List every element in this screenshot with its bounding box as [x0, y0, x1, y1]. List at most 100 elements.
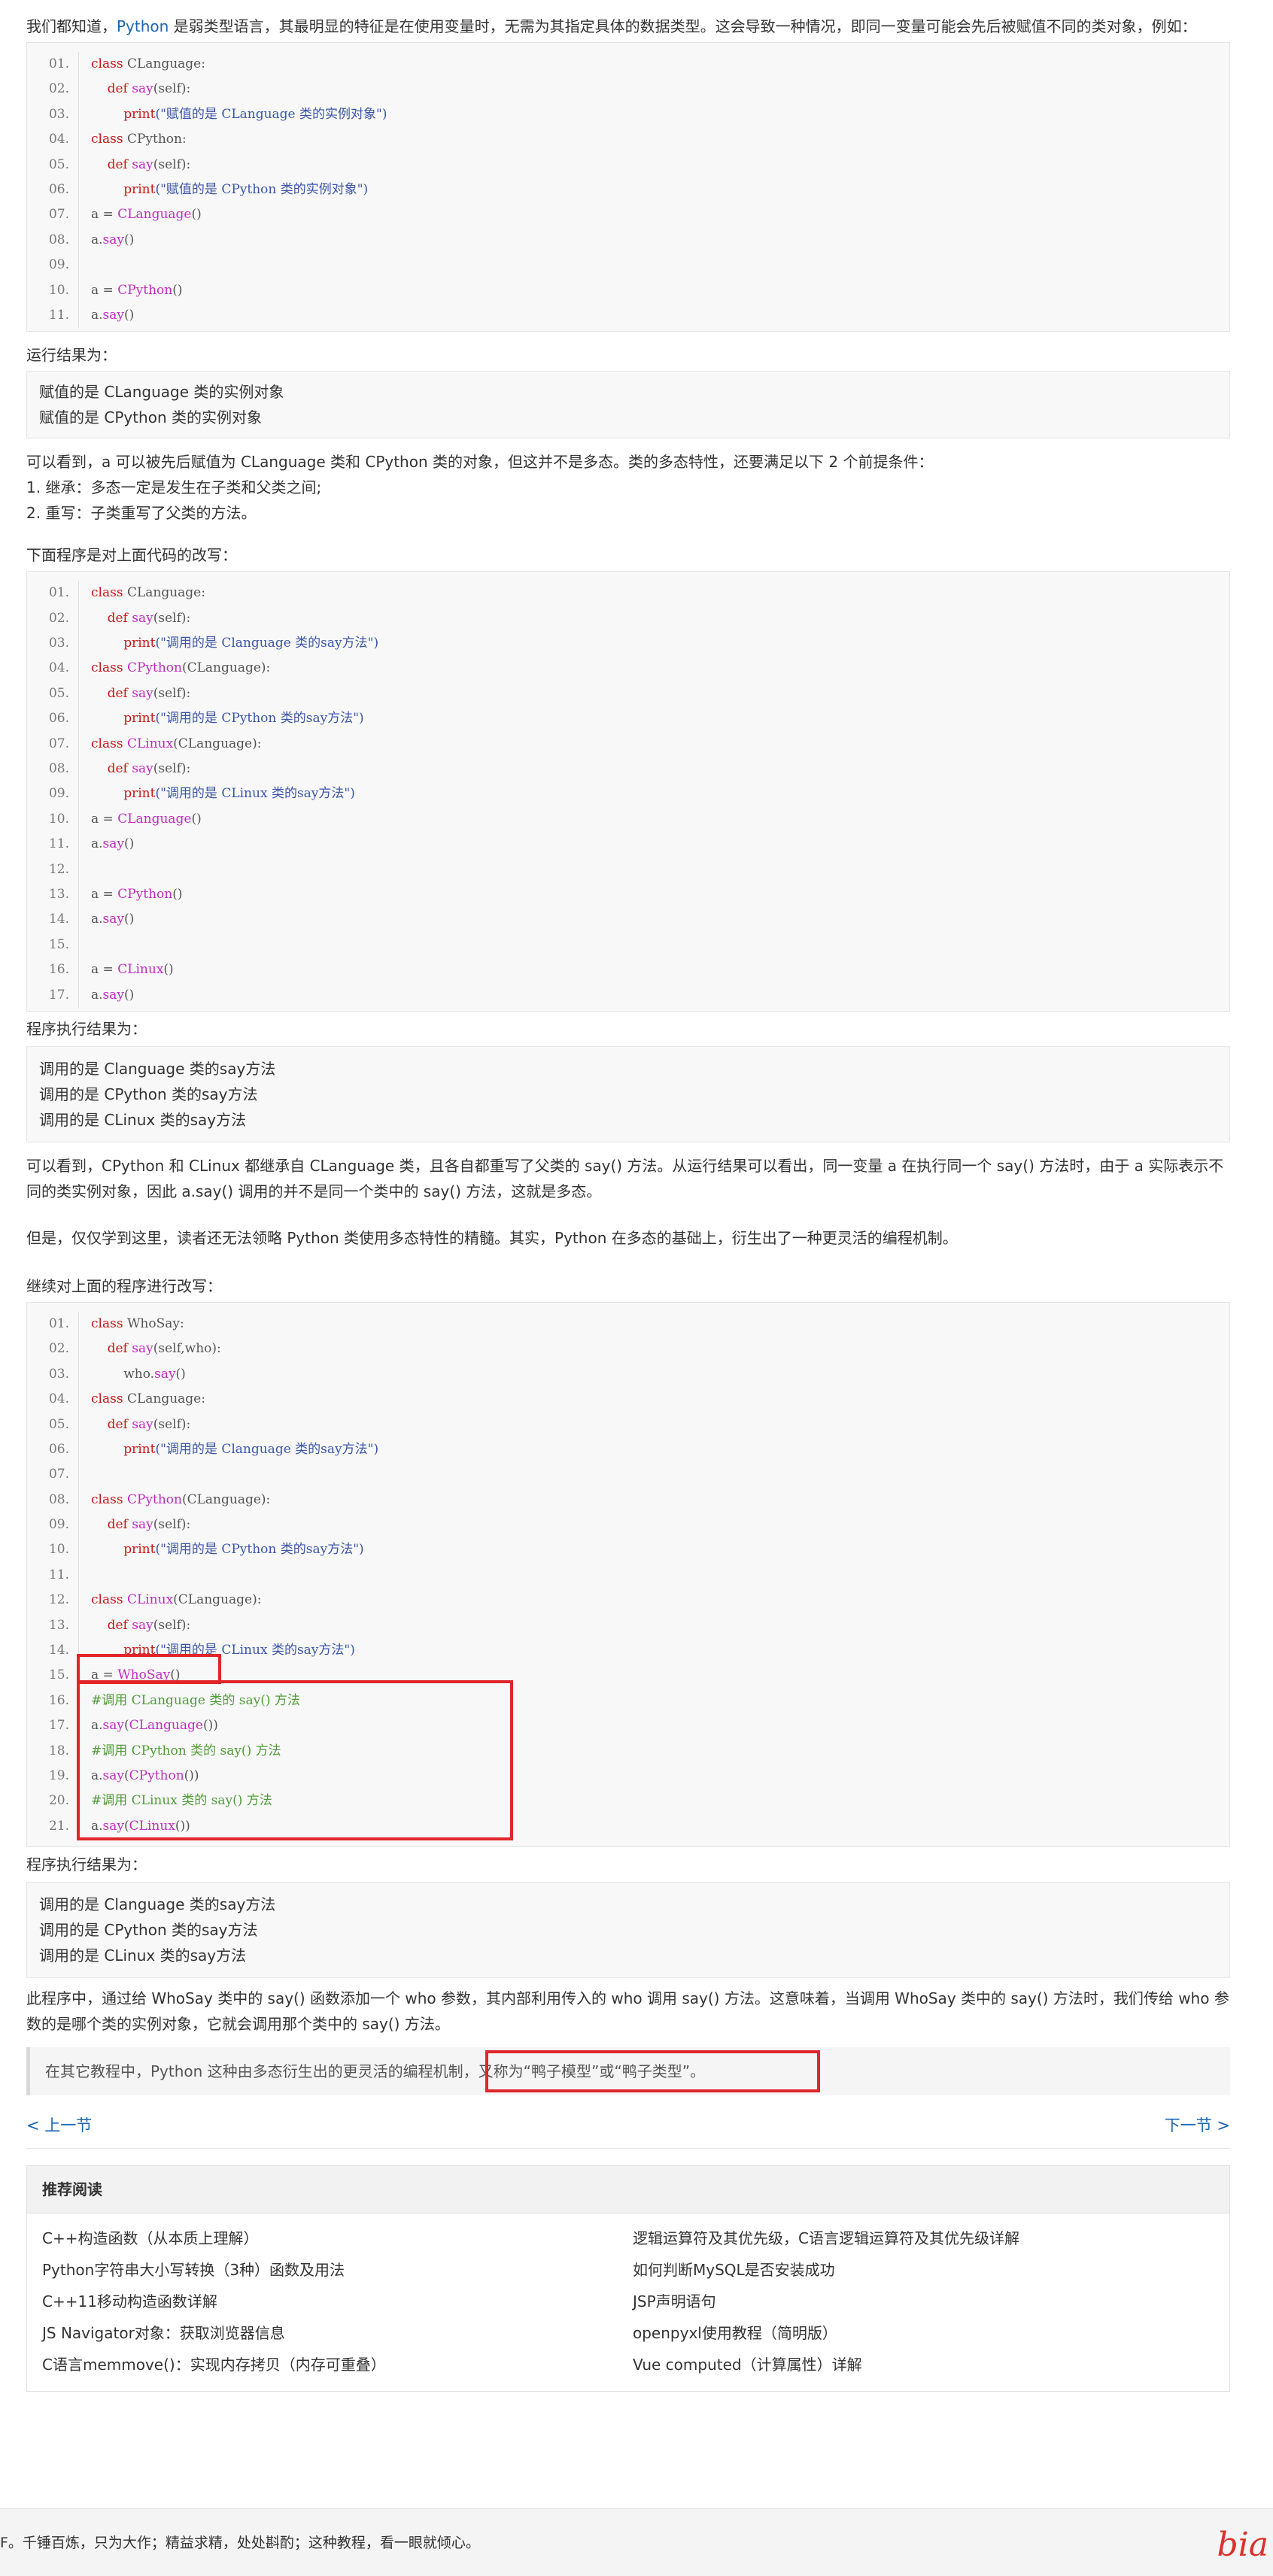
line-number: 17. [27, 1713, 79, 1739]
recommended-link[interactable]: openpyxl使用教程（简明版） [633, 2317, 1223, 2349]
paragraph-line: 可以看到，a 可以被先后赋值为 CLanguage 类和 CPython 类的对… [26, 453, 934, 472]
output-line: 调用的是 CPython 类的say方法 [39, 1921, 258, 1940]
code-line: 05. def say (self): [27, 681, 1229, 707]
recommended-link[interactable]: 逻辑运算符及其优先级，C语言逻辑运算符及其优先级详解 [633, 2223, 1223, 2254]
code-token: print [91, 1441, 156, 1457]
code-token: CPython: [123, 132, 187, 147]
line-number: 17. [27, 982, 79, 1008]
code-token: (self): [153, 1617, 191, 1633]
code-token: say [127, 1517, 153, 1533]
code-token: class [91, 1315, 123, 1331]
code-token: a = [91, 962, 118, 978]
code-token: say [127, 1416, 153, 1432]
code-token: class [91, 736, 123, 751]
code-line: 11. [27, 1562, 1229, 1588]
line-number: 06. [27, 1437, 79, 1463]
recommended-link[interactable]: 如何判断MySQL是否安装成功 [633, 2254, 1223, 2286]
code-token: a. [91, 232, 103, 247]
code-token: CLanguage: [123, 1391, 205, 1407]
line-number: 03. [27, 102, 79, 128]
recommended-link[interactable]: Python字符串大小写转换（3种）函数及用法 [42, 2254, 633, 2286]
code-line: 11. a. say() [27, 832, 1229, 857]
code-line: 03. who. say() [27, 1361, 1229, 1388]
code-token: say [127, 81, 153, 97]
code-line: 12. class CLinux (CLanguage): [27, 1588, 1229, 1613]
code-token: say [102, 836, 125, 852]
line-number: 14. [27, 1638, 79, 1664]
code-token: CLanguage [117, 207, 192, 223]
next-chapter-link[interactable]: 下一节 > [1165, 2103, 1230, 2148]
code-token: ("赋值的是 CLanguage 类的实例对象") [155, 106, 387, 122]
python-link[interactable]: Python [117, 17, 169, 35]
code-token: class [91, 585, 123, 601]
output-line: 调用的是 Clanguage 类的say方法 [39, 1895, 276, 1914]
code-token: ("调用的是 CLinux 类的say方法") [155, 786, 355, 802]
code-token: CPython [123, 1491, 182, 1507]
result-label-3: 程序执行结果为： [26, 1855, 147, 1874]
code-token: () [124, 232, 135, 247]
chapter-nav: < 上一节 下一节 > [26, 2103, 1230, 2150]
code-token: def [91, 156, 128, 172]
code-line: 07. [27, 1462, 1229, 1488]
output-line: 赋值的是 CPython 类的实例对象 [39, 408, 263, 427]
code-token: say [127, 156, 153, 172]
output-block-2: 调用的是 Clanguage 类的say方法 调用的是 CPython 类的say… [26, 1045, 1230, 1142]
code-token: (CLanguage): [173, 736, 262, 751]
prev-chapter-link[interactable]: < 上一节 [26, 2103, 92, 2148]
site-footer: F。千锤百炼，只为大作；精益求精，处处斟酌；这种教程，看一眼就倾心。 bia [0, 2508, 1273, 2576]
line-number: 18. [27, 1738, 79, 1764]
code-token: say [154, 1366, 176, 1382]
line-number: 15. [27, 932, 79, 958]
code-token: a = [91, 886, 118, 902]
code-line: 07. class CLinux (CLanguage): [27, 731, 1229, 757]
code-token: print [91, 181, 156, 197]
code-token: () [124, 912, 135, 927]
code-token: CLanguage [117, 811, 192, 827]
recommended-list: C++构造函数（从本质上理解） 逻辑运算符及其优先级，C语言逻辑运算符及其优先级详… [27, 2213, 1229, 2391]
recommended-link[interactable]: C语言memmove()：实现内存拷贝（内存可重叠） [42, 2349, 633, 2380]
line-number: 04. [27, 656, 79, 681]
recommended-link[interactable]: Vue computed（计算属性）详解 [633, 2349, 1223, 2380]
line-number: 21. [27, 1813, 79, 1840]
code-line: 09. [27, 253, 1229, 278]
code-token: CLanguage: [123, 56, 205, 71]
recommended-link[interactable]: JS Navigator对象：获取浏览器信息 [42, 2317, 633, 2349]
code-block-3: 01. class WhoSay: 02. def say (self,who): 03… [26, 1301, 1230, 1848]
code-line: 10. print ("调用的是 CPython 类的say方法") [27, 1537, 1229, 1563]
code-token: who. [91, 1366, 155, 1382]
highlight-box-lines16-21 [77, 1679, 513, 1840]
line-number: 13. [27, 881, 79, 908]
code-token: ("调用的是 CPython 类的say方法") [155, 711, 364, 727]
recommended-link[interactable]: JSP声明语句 [633, 2286, 1223, 2317]
code-line: 08. def say (self): [27, 757, 1229, 782]
recommended-link[interactable]: C++11移动构造函数详解 [42, 2286, 633, 2317]
intro-text: 我们都知道， [26, 17, 117, 35]
code-token: class [91, 1592, 123, 1608]
rewrite-label: 下面程序是对上面代码的改写： [26, 546, 237, 565]
result-label-2: 程序执行结果为： [26, 1019, 147, 1038]
code-token: print [91, 1542, 156, 1558]
code-token: () [163, 962, 174, 978]
code-token: (self,who): [153, 1341, 221, 1357]
code-line: 16. a = CLinux() [27, 957, 1229, 983]
recommended-reading: 推荐阅读 C++构造函数（从本质上理解） 逻辑运算符及其优先级，C语言逻辑运算符及… [26, 2165, 1230, 2392]
code-token: def [91, 761, 128, 777]
code-token: (CLanguage): [181, 660, 271, 676]
code-token: say [102, 232, 125, 247]
code-token: print [91, 711, 156, 727]
code-line: 13. def say (self): [27, 1613, 1229, 1639]
code-token: () [124, 987, 135, 1003]
code-line: 09. def say (self): [27, 1513, 1229, 1538]
code-line: 13. a = CPython() [27, 881, 1229, 908]
recommended-link[interactable]: C++构造函数（从本质上理解） [42, 2223, 633, 2254]
line-number: 07. [27, 202, 79, 228]
code-token: ("调用的是 CPython 类的say方法") [155, 1542, 364, 1558]
site-logo[interactable]: bia [1217, 2526, 1268, 2564]
line-number: 11. [27, 1562, 79, 1588]
line-number: 08. [27, 1487, 79, 1513]
code-line: 06. print ("调用的是 CPython 类的say方法") [27, 706, 1229, 732]
line-number: 09. [27, 253, 79, 278]
code-token: class [91, 660, 123, 676]
output-line: 调用的是 CPython 类的say方法 [39, 1085, 258, 1103]
line-number: 13. [27, 1613, 79, 1639]
